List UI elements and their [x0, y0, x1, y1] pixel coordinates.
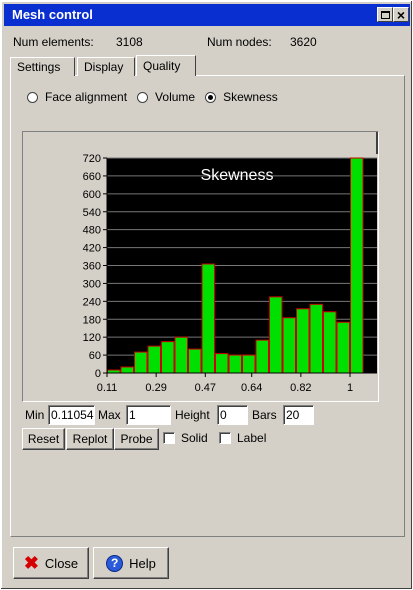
close-button-label: Close — [44, 555, 79, 571]
histogram-bar — [134, 351, 148, 374]
tab-settings[interactable]: Settings — [10, 57, 75, 76]
x-tick-label: 0.82 — [290, 382, 311, 394]
mesh-control-window: Mesh control × Num elements: 3108 Num no… — [0, 0, 413, 590]
y-tick-label: 300 — [83, 278, 101, 290]
y-tick-label: 0 — [95, 368, 101, 380]
radio-label: Skewness — [223, 90, 278, 104]
y-tick-label: 180 — [83, 314, 101, 326]
x-tick-label: 0.47 — [195, 382, 216, 394]
y-tick-label: 240 — [83, 296, 101, 308]
radio-label: Face alignment — [45, 90, 128, 104]
quality-metric-radio-group: Face alignment Volume Skewness — [27, 90, 288, 104]
title-bar: Mesh control × — [4, 4, 410, 26]
histogram-bar — [309, 303, 323, 374]
bars-label: Bars — [252, 408, 277, 422]
histogram-bar — [296, 308, 310, 374]
radio-button[interactable] — [137, 91, 149, 103]
y-tick-label: 660 — [83, 171, 101, 183]
histogram-bar — [350, 157, 364, 374]
help-button-label: Help — [129, 555, 156, 571]
y-tick-label: 540 — [83, 207, 101, 219]
max-input[interactable]: 1 — [126, 405, 171, 425]
histogram-bar — [201, 263, 215, 374]
num-nodes-value: 3620 — [290, 35, 317, 49]
min-label: Min — [25, 408, 45, 422]
x-tick-label: 0.64 — [241, 382, 262, 394]
y-tick-label: 360 — [83, 261, 101, 273]
histogram-bar — [147, 345, 161, 374]
solid-label: Solid — [181, 431, 208, 445]
histogram-bar — [255, 339, 269, 374]
histogram-bar — [269, 296, 283, 374]
solid-checkbox[interactable] — [163, 432, 175, 444]
min-input[interactable]: 0.11054 — [48, 405, 95, 425]
label-label: Label — [237, 431, 267, 445]
histogram-bar — [161, 341, 175, 374]
max-label: Max — [98, 408, 121, 422]
probe-button[interactable]: Probe — [114, 428, 159, 450]
tab-quality[interactable]: Quality — [136, 55, 196, 76]
num-elements-label: Num elements: — [13, 35, 94, 49]
y-tick-label: 60 — [89, 350, 101, 362]
label-checkbox[interactable] — [219, 432, 231, 444]
histogram-bar — [174, 336, 188, 374]
y-tick-label: 420 — [83, 243, 101, 255]
close-icon: × — [396, 6, 406, 23]
radio-button[interactable] — [205, 91, 217, 103]
radio-button[interactable] — [27, 91, 38, 103]
histogram-bar — [282, 317, 296, 374]
close-window-button[interactable]: × — [393, 7, 409, 22]
radio-skewness[interactable]: Skewness — [205, 90, 278, 104]
y-tick-label: 720 — [83, 153, 101, 165]
replot-button[interactable]: Replot — [66, 428, 114, 450]
tab-display[interactable]: Display — [77, 57, 135, 76]
radio-face-alignment[interactable]: Face alignment — [27, 90, 127, 104]
reset-button[interactable]: Reset — [22, 428, 65, 450]
red-x-icon: ✖ — [23, 553, 39, 573]
x-tick-label: 0.29 — [145, 382, 166, 394]
close-button[interactable]: ✖ Close — [13, 547, 89, 579]
minimize-button[interactable] — [377, 7, 393, 22]
histogram-bar — [188, 348, 202, 374]
num-nodes-label: Num nodes: — [207, 35, 272, 49]
range-controls: Min 0.11054 Max 1 Height 0 Bars 20 — [22, 405, 402, 425]
height-label: Height — [175, 408, 210, 422]
radio-volume[interactable]: Volume — [137, 90, 195, 104]
histogram-bar — [228, 354, 242, 374]
y-tick-label: 480 — [83, 225, 101, 237]
histogram-bar — [336, 321, 350, 374]
y-tick-label: 120 — [83, 332, 101, 344]
window-title: Mesh control — [12, 7, 93, 22]
bars-input[interactable]: 20 — [283, 405, 314, 425]
height-input[interactable]: 0 — [217, 405, 248, 425]
x-tick-label: 0.11 — [97, 382, 118, 394]
help-icon: ? — [106, 554, 124, 572]
chart-title: Skewness — [201, 167, 274, 184]
radio-label: Volume — [155, 90, 196, 104]
histogram-bar — [215, 353, 229, 374]
histogram-bar — [120, 366, 134, 374]
minimize-icon — [380, 10, 390, 19]
histogram-svg: 0 60 120 180 240 300 360 420 480 540 600 660 720 0.11… — [83, 153, 377, 394]
help-button[interactable]: ? Help — [93, 547, 169, 579]
histogram-chart: 0 60 120 180 240 300 360 420 480 540 600 660 720 0.11… — [22, 131, 379, 402]
histogram-bar — [242, 354, 256, 374]
num-elements-value: 3108 — [116, 35, 143, 49]
histogram-bar — [323, 311, 337, 374]
y-tick-label: 600 — [83, 189, 101, 201]
x-tick-label: 1 — [347, 382, 353, 394]
